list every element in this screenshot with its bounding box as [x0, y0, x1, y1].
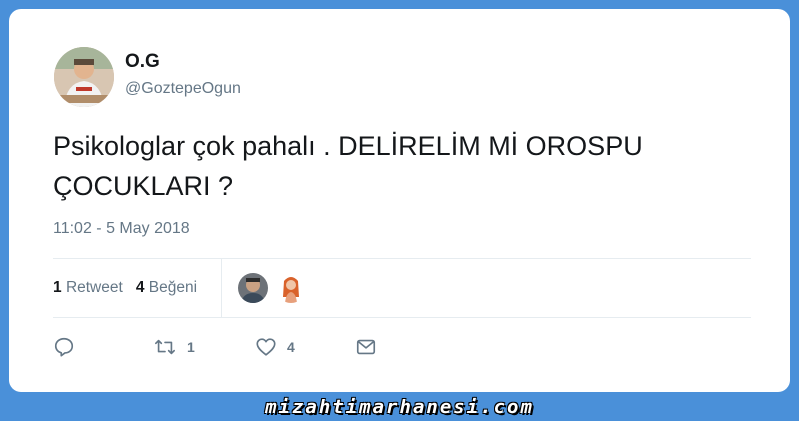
author-handle[interactable]: @GoztepeOgun [125, 80, 241, 98]
retweet-icon [155, 339, 175, 355]
liker-avatar-image [276, 273, 306, 303]
like-count: 4 [287, 339, 295, 355]
envelope-icon [356, 339, 376, 355]
author-name[interactable]: O.G [125, 51, 160, 73]
heart-icon [256, 338, 276, 356]
author-avatar-image [54, 47, 114, 107]
retweet-stat-count: 1 [53, 278, 62, 296]
like-button[interactable]: 4 [255, 331, 295, 363]
retweet-stat[interactable]: 1 Retweet [53, 279, 123, 297]
tweet-text: Psikologlar çok pahalı . DELİRELİM Mİ OR… [53, 131, 643, 201]
divider [53, 317, 751, 318]
liker-avatar[interactable] [238, 273, 268, 303]
watermark: mizahtimarhanesi.com [265, 396, 534, 418]
retweet-button[interactable]: 1 [153, 331, 195, 363]
stats-separator [221, 258, 222, 317]
tweet-card: O.G @GoztepeOgun Psikologlar çok pahalı … [9, 9, 790, 392]
reply-button[interactable] [53, 331, 75, 363]
author-avatar[interactable] [54, 47, 114, 107]
direct-message-button[interactable] [355, 331, 377, 363]
like-stat[interactable]: 4 Beğeni [136, 279, 197, 297]
liker-avatar[interactable] [276, 273, 306, 303]
like-stat-count: 4 [135, 278, 145, 296]
tweet-actions: 1 4 [53, 331, 453, 363]
liker-avatar-image [238, 273, 268, 303]
reply-icon [54, 337, 74, 357]
retweet-count: 1 [187, 339, 195, 355]
like-stat-label: Beğeni [148, 278, 198, 296]
retweet-stat-label: Retweet [65, 278, 123, 296]
tweet-timestamp[interactable]: 11:02 - 5 May 2018 [53, 220, 190, 238]
tweet-stats: 1 Retweet 4 Beğeni [53, 258, 210, 317]
